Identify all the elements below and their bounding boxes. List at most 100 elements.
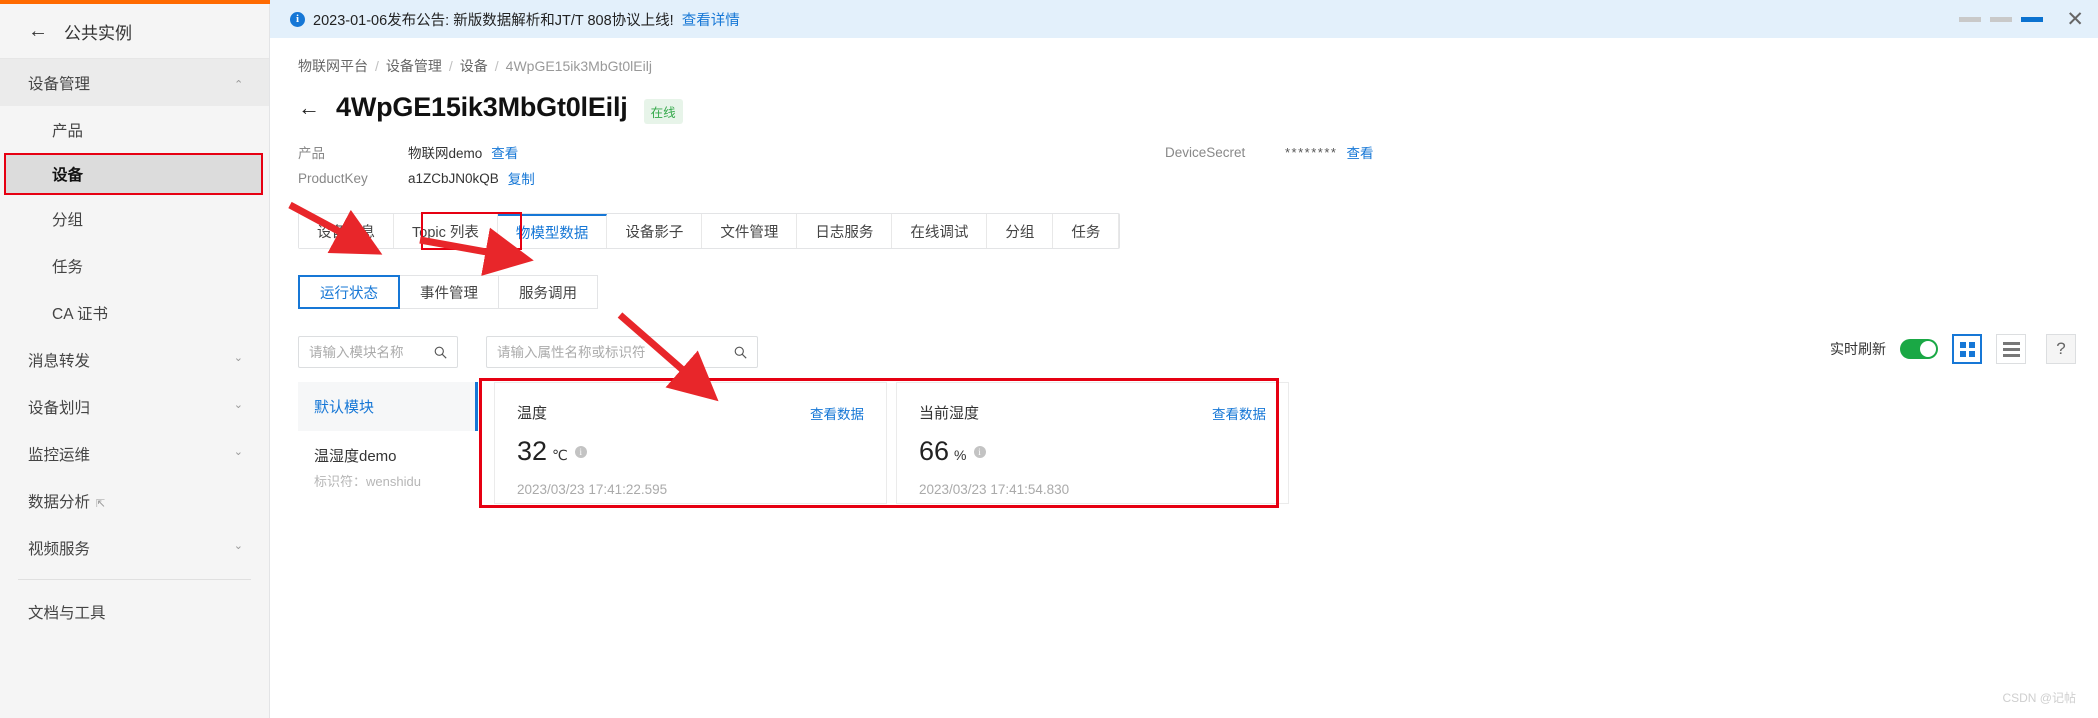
chevron-down-icon: ⌄ [233,399,243,411]
tab-log-service[interactable]: 日志服务 [797,214,893,248]
sidebar-group-label: 设备管理 [28,75,91,93]
product-view-link[interactable]: 查看 [491,142,518,162]
close-icon[interactable]: ✕ [2066,9,2084,30]
property-search-input[interactable] [497,344,734,360]
breadcrumb-separator: / [375,58,379,74]
sidebar-divider [18,579,251,580]
info-icon[interactable]: i [574,445,587,458]
module-item-wenshidu[interactable]: 温湿度demo 标识符：wenshidu [298,431,478,504]
card-header: 当前湿度 查看数据 [919,402,1266,423]
page-title: 4WpGE15ik3MbGt0lEilj [336,92,628,122]
product-label: 产品 [298,146,325,161]
sidebar-group-label: 消息转发 [28,352,91,370]
app-root: ← 公共实例 设备管理 ⌄ 产品 设备 分组 任务 CA 证书 消息转发 ⌄ 设… [0,0,2098,718]
sidebar-item-devices[interactable]: 设备 [4,153,263,195]
property-name: 温度 [517,405,548,422]
sidebar-group-video-service[interactable]: 视频服务 ⌄ [0,524,269,571]
card-header: 温度 查看数据 [517,402,864,423]
tab-device-info[interactable]: 设备信息 [299,214,394,248]
breadcrumb-item-device-management[interactable]: 设备管理 [386,56,442,76]
window-restore-icon[interactable] [1990,16,2013,22]
realtime-refresh-toggle[interactable] [1900,339,1938,359]
tab-label: 在线调试 [910,224,969,241]
chevron-up-icon: ⌄ [233,77,243,89]
main-content: i 2023-01-06发布公告: 新版数据解析和JT/T 808协议上线! 查… [270,0,2098,718]
view-data-link[interactable]: 查看数据 [1212,403,1266,423]
property-unit: ℃ [552,447,568,463]
product-value: 物联网demo [408,146,483,161]
property-cards: 温度 查看数据 32 ℃ i 2023/03/23 17:41:22.595 当… [478,378,1289,508]
module-search-input[interactable] [309,344,434,360]
view-data-link[interactable]: 查看数据 [810,403,864,423]
announcement-detail-link[interactable]: 查看详情 [682,9,740,30]
module-search-box[interactable] [298,336,458,368]
status-badge: 在线 [643,99,683,124]
announcement-bar: i 2023-01-06发布公告: 新版数据解析和JT/T 808协议上线! 查… [270,0,2098,38]
module-item-default[interactable]: 默认模块 [298,382,478,431]
sidebar-group-message-forwarding[interactable]: 消息转发 ⌄ [0,336,269,383]
tab-topic-list[interactable]: Topic 列表 [394,214,498,248]
toggle-knob [1920,341,1936,357]
realtime-refresh-label: 实时刷新 [1830,341,1886,357]
tab-label: 文件管理 [720,224,779,241]
property-timestamp: 2023/03/23 17:41:22.595 [517,482,668,497]
sidebar-item-label: 数据分析 [28,493,91,511]
property-card-humidity[interactable]: 当前湿度 查看数据 66 % i 2023/03/23 17:41:54.830 [896,382,1289,504]
sidebar-item-ca-certificate[interactable]: CA 证书 [0,289,269,336]
tab-label: Topic 列表 [412,224,479,241]
module-list: 默认模块 温湿度demo 标识符：wenshidu [298,382,478,504]
sidebar-group-device-management[interactable]: 设备管理 ⌄ [0,59,269,106]
info-icon[interactable]: i [973,445,986,458]
subtab-service-invocation[interactable]: 服务调用 [499,275,598,309]
sidebar-item-tasks[interactable]: 任务 [0,242,269,289]
window-minimize-icon[interactable] [1959,16,1982,22]
sidebar-group-monitoring[interactable]: 监控运维 ⌄ [0,430,269,477]
breadcrumb: 物联网平台 / 设备管理 / 设备 / 4WpGE15ik3MbGt0lEilj [270,38,2098,76]
property-value: 32 [517,436,548,466]
grid-icon [1959,341,1975,357]
tab-online-debug[interactable]: 在线调试 [892,214,988,248]
list-view-button[interactable] [1996,334,2026,364]
help-button[interactable]: ? [2046,334,2076,364]
tab-label: 任务 [1071,224,1101,241]
productkey-copy-link[interactable]: 复制 [508,168,535,188]
window-maximize-icon[interactable] [2021,16,2044,22]
sidebar-item-groups[interactable]: 分组 [0,195,269,242]
tab-thing-model-data[interactable]: 物模型数据 [497,214,608,248]
breadcrumb-separator: / [448,58,453,74]
sidebar-item-data-analysis[interactable]: 数据分析 ⇱ [0,477,269,524]
property-card-temperature[interactable]: 温度 查看数据 32 ℃ i 2023/03/23 17:41:22.595 [494,382,887,504]
back-arrow-icon[interactable]: ← [28,21,48,41]
devicesecret-view-link[interactable]: 查看 [1346,142,1373,162]
subtab-event-management[interactable]: 事件管理 [400,275,499,309]
grid-view-button[interactable] [1952,334,1982,364]
tab-file-management[interactable]: 文件管理 [702,214,798,248]
sidebar-back-header[interactable]: ← 公共实例 [0,4,269,59]
thing-model-content: 默认模块 温湿度demo 标识符：wenshidu 温度 查看数据 32 ℃ i… [298,378,2098,508]
property-unit: % [954,447,967,463]
sidebar-item-products[interactable]: 产品 [0,106,269,153]
module-name: 默认模块 [314,399,375,416]
sidebar-group-label: 视频服务 [28,540,91,558]
external-link-icon: ⇱ [96,497,106,510]
sidebar-item-docs-tools[interactable]: 文档与工具 [0,588,269,635]
devicesecret-value: ******** [1285,144,1338,160]
breadcrumb-item-platform[interactable]: 物联网平台 [298,56,368,76]
tab-groups[interactable]: 分组 [987,214,1054,248]
subtab-running-status[interactable]: 运行状态 [298,275,400,309]
device-info-block: 产品 物联网demo 查看 ProductKey a1ZCbJN0kQB 复制 … [270,123,2098,191]
sidebar-group-label: 监控运维 [28,446,91,464]
sidebar-group-device-assignment[interactable]: 设备划归 ⌄ [0,383,269,430]
tab-device-shadow[interactable]: 设备影子 [607,214,703,248]
breadcrumb-item-current: 4WpGE15ik3MbGt0lEilj [505,58,652,74]
subtab-label: 运行状态 [320,285,378,302]
page-back-arrow-icon[interactable]: ← [298,96,320,119]
sidebar-item-label: 产品 [52,122,84,140]
tab-label: 日志服务 [815,224,874,241]
tab-tasks[interactable]: 任务 [1053,214,1120,248]
subtab-bar: 运行状态 事件管理 服务调用 [298,275,598,309]
productkey-label: ProductKey [298,170,368,186]
property-search-box[interactable] [486,336,758,368]
sidebar-item-label: CA 证书 [52,305,108,323]
breadcrumb-item-devices[interactable]: 设备 [460,56,488,76]
